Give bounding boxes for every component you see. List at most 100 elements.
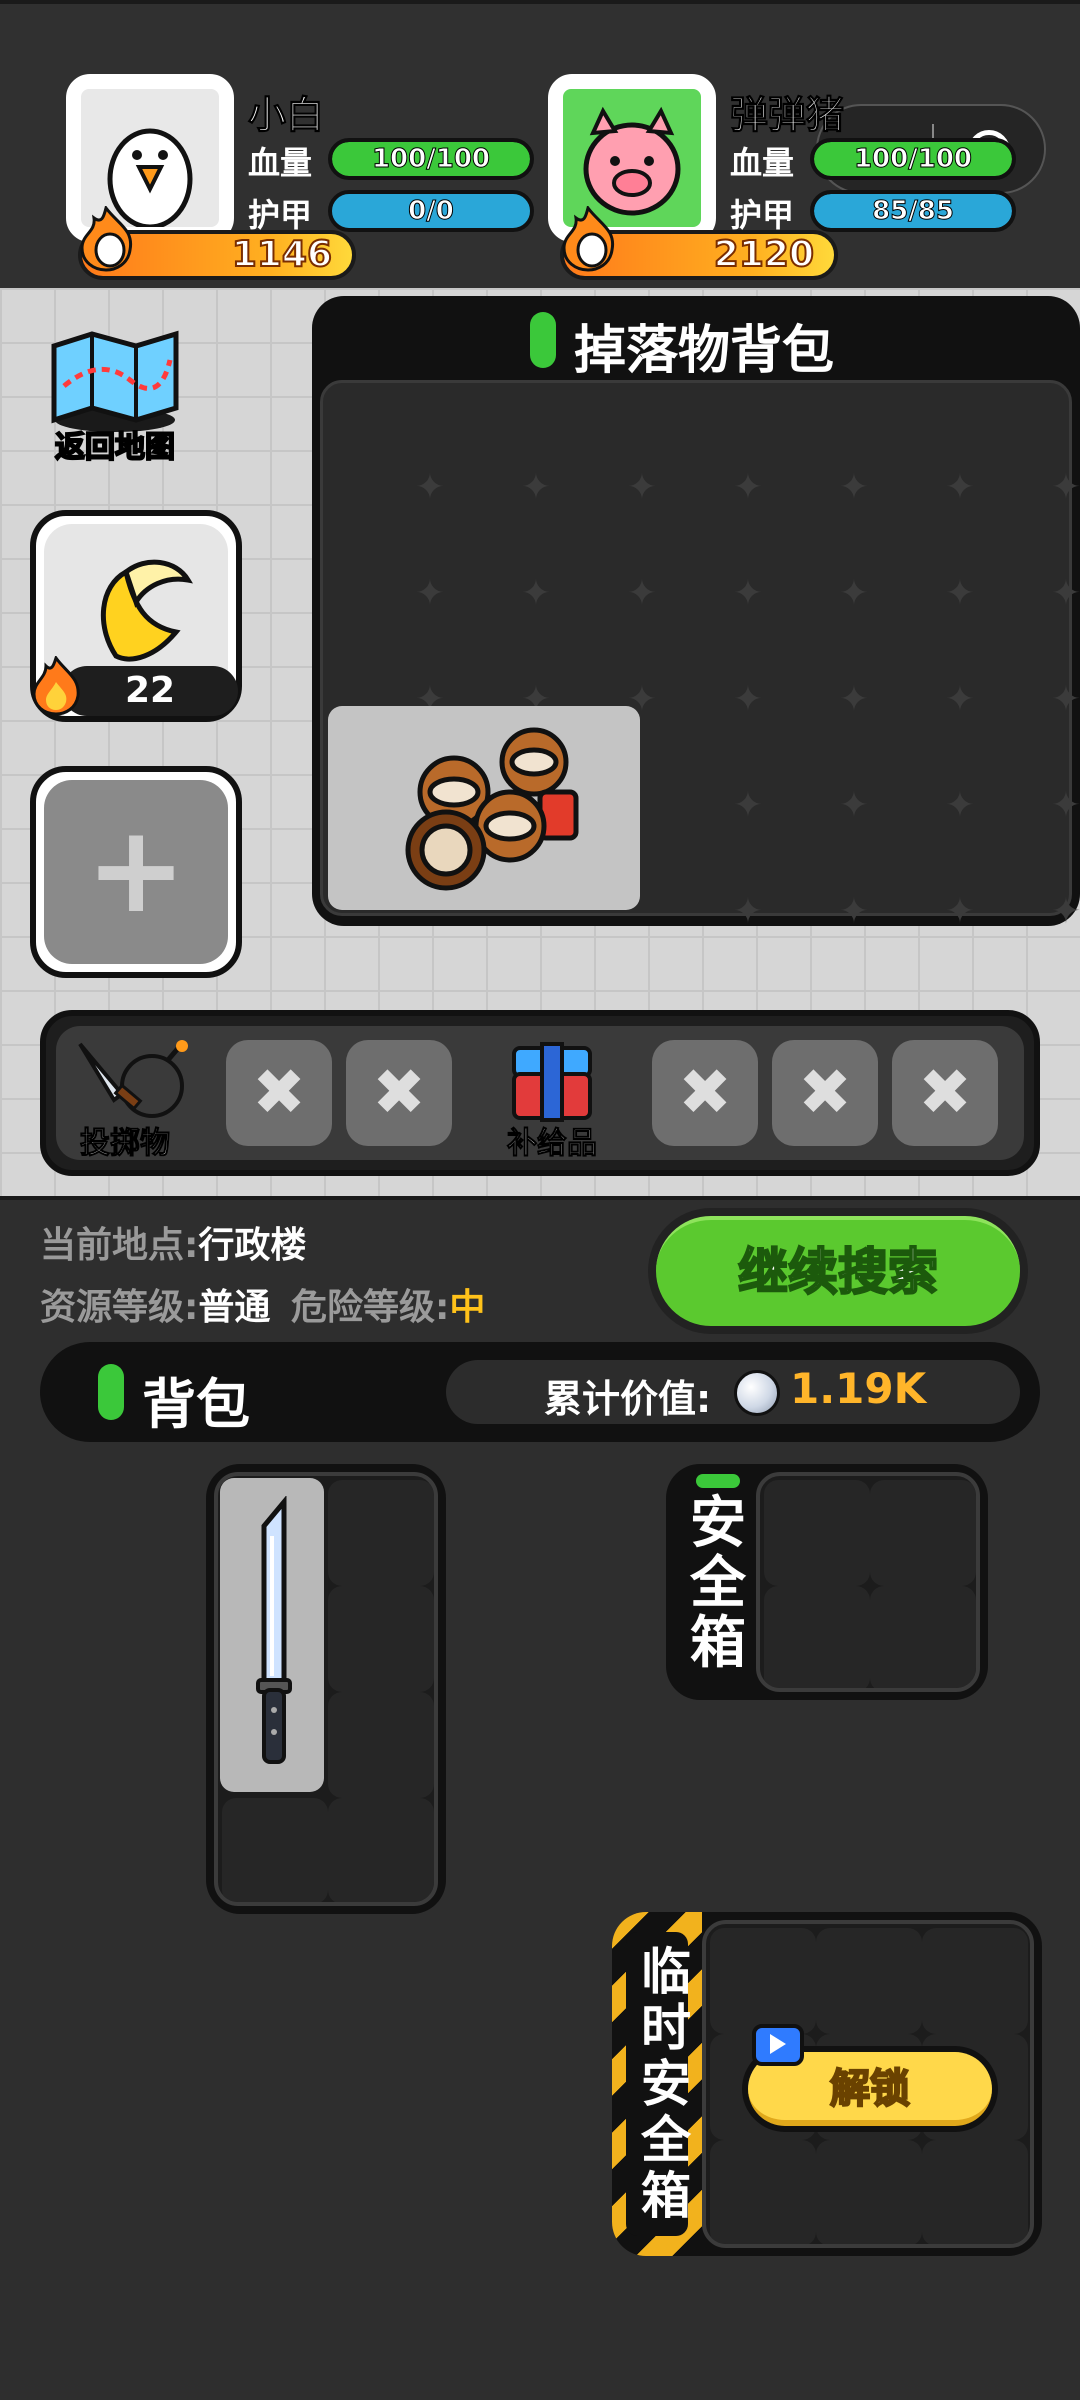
player1-armor-text: 0/0: [408, 196, 455, 227]
player1-hp-text: 100/100: [371, 144, 491, 175]
knife-bomb-icon: [78, 1040, 188, 1118]
machete-icon: [256, 1496, 292, 1764]
empty-throwable-slot-2[interactable]: ✖: [346, 1040, 452, 1146]
empty-supply-slot-3[interactable]: ✖: [892, 1040, 998, 1146]
consumable-slot-banana[interactable]: 22: [30, 510, 242, 722]
grid-star-decor: ✦: [414, 467, 446, 508]
player2-power-value: 2120: [713, 233, 815, 276]
backpack-title-marker: [98, 1364, 124, 1420]
temp-safe-box-char: 全: [641, 2111, 691, 2169]
video-ad-icon: [752, 2024, 804, 2066]
player2-armor-text: 85/85: [872, 196, 955, 227]
backpack-item-machete[interactable]: [220, 1478, 324, 1792]
grid-star-decor: ✦: [732, 785, 764, 826]
grid-star-decor: ✦: [1050, 573, 1080, 614]
location-line: 当前地点:行政楼: [40, 1216, 306, 1268]
supplies-label: 补给品: [507, 1126, 598, 1162]
add-slot-button[interactable]: +: [30, 766, 242, 978]
banana-count-pill: 22: [62, 666, 238, 716]
player1-power-value: 1146: [231, 233, 333, 276]
temp-safe-box-cell: [816, 1928, 922, 2034]
safe-box-cell[interactable]: [870, 1586, 976, 1688]
grid-star-decor: ✦: [838, 573, 870, 614]
safe-box-char: 安: [690, 1491, 746, 1556]
location-value: 行政楼: [198, 1225, 307, 1266]
temp-safe-box-char: 时: [641, 1999, 691, 2057]
loot-item-coffee-cans[interactable]: [328, 706, 640, 910]
danger-label: 危险等级:: [290, 1287, 450, 1328]
grid-star-decor: ✦: [1050, 785, 1080, 826]
safe-box-char: 箱: [690, 1611, 746, 1676]
backpack-cell[interactable]: [328, 1586, 434, 1692]
empty-throwable-slot-1[interactable]: ✖: [226, 1040, 332, 1146]
location-label: 当前地点:: [40, 1225, 199, 1266]
backpack-cell[interactable]: [328, 1480, 434, 1586]
grid-star-decor: ✦: [414, 573, 446, 614]
loot-title-marker: [530, 312, 556, 368]
player1-armor-bar: 0/0: [328, 190, 534, 232]
temp-safe-box-label: 临 时 安 全 箱: [636, 1944, 696, 2224]
grid-star-decor: ✦: [944, 785, 976, 826]
temp-safe-box-char: 临: [641, 1943, 691, 2001]
throwables-slot[interactable]: 投掷物: [60, 1038, 200, 1162]
grid-star-decor: ✦: [520, 467, 552, 508]
return-map-label: 返回地图: [54, 429, 176, 466]
grid-star-decor: ✦: [944, 679, 976, 720]
temp-safe-box-cell: [922, 1928, 1028, 2034]
supplies-slot[interactable]: 补给品: [482, 1038, 622, 1162]
backpack-cell[interactable]: [328, 1692, 434, 1798]
safe-box-cell[interactable]: [764, 1480, 870, 1586]
temp-safe-box-cell: [816, 2140, 922, 2244]
supply-box-icon: [512, 1042, 592, 1122]
banana-icon: [100, 559, 193, 662]
grid-star-decor: ✦: [732, 573, 764, 614]
player2-armor-bar: 85/85: [810, 190, 1016, 232]
flame-icon: [32, 656, 80, 716]
backpack-cell[interactable]: [222, 1798, 328, 1902]
continue-search-label: 继续搜索: [737, 1242, 939, 1302]
total-value-label: 累计价值:: [544, 1377, 712, 1421]
map-icon: [51, 330, 179, 432]
throwables-label: 投掷物: [80, 1126, 171, 1162]
grid-star-decor: ✦: [838, 679, 870, 720]
grid-star-decor: ✦: [838, 891, 870, 932]
grid-star-decor: ✦: [732, 679, 764, 720]
safe-box-marker: [696, 1474, 740, 1488]
empty-supply-slot-2[interactable]: ✖: [772, 1040, 878, 1146]
temp-safe-box-cell: [710, 2140, 816, 2244]
x-icon: ✖: [372, 1056, 426, 1130]
safe-box-cell[interactable]: [764, 1586, 870, 1688]
x-icon: ✖: [798, 1056, 852, 1130]
safe-box-label: 安 全 箱: [688, 1494, 748, 1674]
grid-star-decor: ✦: [732, 467, 764, 508]
grid-star-decor: ✦: [838, 467, 870, 508]
total-value-box: [446, 1360, 1020, 1424]
x-icon: ✖: [252, 1056, 306, 1130]
grid-star-decor: ✦: [520, 573, 552, 614]
loot-bag-title: 掉落物背包: [574, 321, 835, 381]
plus-icon: +: [85, 801, 187, 940]
grid-star-decor: ✦: [1050, 679, 1080, 720]
grid-star-decor: ✦: [1050, 467, 1080, 508]
backpack-cell[interactable]: [328, 1798, 434, 1902]
player1-name: 小白: [247, 93, 325, 138]
player1-hp-label: 血量: [248, 144, 313, 182]
temp-safe-box-cell: [710, 1928, 816, 2034]
temp-safe-box-char: 安: [641, 2055, 691, 2113]
temp-safe-box-char: 箱: [641, 2167, 691, 2225]
levels-line: 资源等级:普通 危险等级:中: [40, 1278, 485, 1330]
grid-star-decor: ✦: [944, 891, 976, 932]
grid-star-decor: ✦: [626, 573, 658, 614]
x-icon: ✖: [678, 1056, 732, 1130]
player2-hp-label: 血量: [730, 144, 795, 182]
grid-star-decor: ✦: [944, 573, 976, 614]
flame-goose-icon: [562, 206, 615, 272]
grid-star-decor: ✦: [1050, 891, 1080, 932]
return-map-button[interactable]: 返回地图: [40, 316, 190, 466]
player2-hp-text: 100/100: [853, 144, 973, 175]
continue-search-button[interactable]: 继续搜索: [648, 1208, 1028, 1334]
resource-value: 普通: [198, 1287, 271, 1328]
safe-box-cell[interactable]: [870, 1480, 976, 1586]
player2-name: 弹弹猪: [729, 93, 845, 138]
empty-supply-slot-1[interactable]: ✖: [652, 1040, 758, 1146]
